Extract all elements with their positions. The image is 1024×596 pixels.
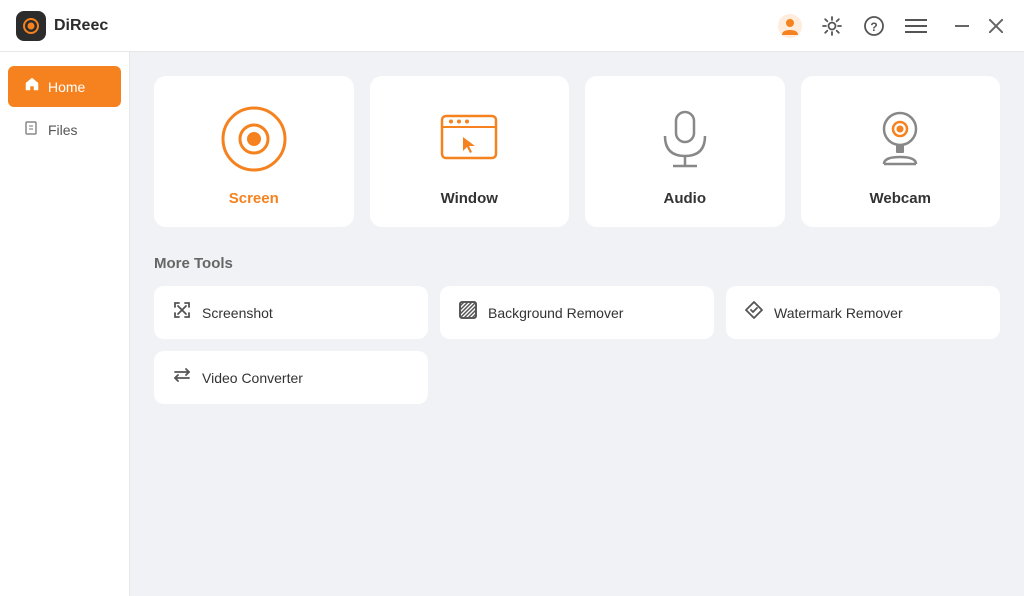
title-bar: DiReec ? bbox=[0, 0, 1024, 52]
sidebar-home-label: Home bbox=[48, 79, 85, 95]
app-body: Home Files bbox=[0, 52, 1024, 596]
tools-grid: Screenshot bbox=[154, 286, 1000, 404]
window-card[interactable]: Window bbox=[370, 76, 570, 227]
tool-background-remover-label: Background Remover bbox=[488, 305, 623, 321]
watermark-remover-icon bbox=[744, 300, 764, 325]
tool-video-converter[interactable]: Video Converter bbox=[154, 351, 428, 404]
svg-text:?: ? bbox=[870, 20, 877, 34]
sidebar: Home Files bbox=[0, 52, 130, 596]
recording-cards: Screen Window bbox=[154, 76, 1000, 227]
logo-icon bbox=[16, 11, 46, 41]
files-icon bbox=[24, 119, 40, 140]
close-button[interactable] bbox=[984, 14, 1008, 38]
webcam-label: Webcam bbox=[870, 190, 931, 207]
background-remover-icon bbox=[458, 300, 478, 325]
screen-label: Screen bbox=[229, 190, 279, 207]
screen-icon bbox=[219, 104, 289, 174]
window-icon bbox=[434, 104, 504, 174]
sidebar-files-label: Files bbox=[48, 122, 78, 138]
more-tools-section: More Tools Screenshot bbox=[154, 255, 1000, 404]
screenshot-icon bbox=[172, 300, 192, 325]
main-content: Screen Window bbox=[130, 52, 1024, 596]
minimize-button[interactable] bbox=[950, 14, 974, 38]
window-label: Window bbox=[441, 190, 498, 207]
app-name: DiReec bbox=[54, 17, 108, 35]
tool-background-remover[interactable]: Background Remover bbox=[440, 286, 714, 339]
tool-screenshot[interactable]: Screenshot bbox=[154, 286, 428, 339]
tool-watermark-remover[interactable]: Watermark Remover bbox=[726, 286, 1000, 339]
tool-screenshot-label: Screenshot bbox=[202, 305, 273, 321]
audio-label: Audio bbox=[664, 190, 707, 207]
help-icon[interactable]: ? bbox=[860, 12, 888, 40]
menu-icon[interactable] bbox=[902, 12, 930, 40]
sidebar-item-files[interactable]: Files bbox=[8, 109, 121, 150]
user-icon[interactable] bbox=[776, 12, 804, 40]
audio-card[interactable]: Audio bbox=[585, 76, 785, 227]
title-bar-actions: ? bbox=[776, 12, 1008, 40]
tool-video-converter-label: Video Converter bbox=[202, 370, 303, 386]
webcam-card[interactable]: Webcam bbox=[801, 76, 1001, 227]
video-converter-icon bbox=[172, 365, 192, 390]
audio-icon bbox=[650, 104, 720, 174]
tool-watermark-remover-label: Watermark Remover bbox=[774, 305, 903, 321]
home-icon bbox=[24, 76, 40, 97]
settings-icon[interactable] bbox=[818, 12, 846, 40]
more-tools-title: More Tools bbox=[154, 255, 1000, 272]
webcam-icon bbox=[865, 104, 935, 174]
sidebar-item-home[interactable]: Home bbox=[8, 66, 121, 107]
window-controls bbox=[950, 14, 1008, 38]
app-logo: DiReec bbox=[16, 11, 108, 41]
screen-card[interactable]: Screen bbox=[154, 76, 354, 227]
